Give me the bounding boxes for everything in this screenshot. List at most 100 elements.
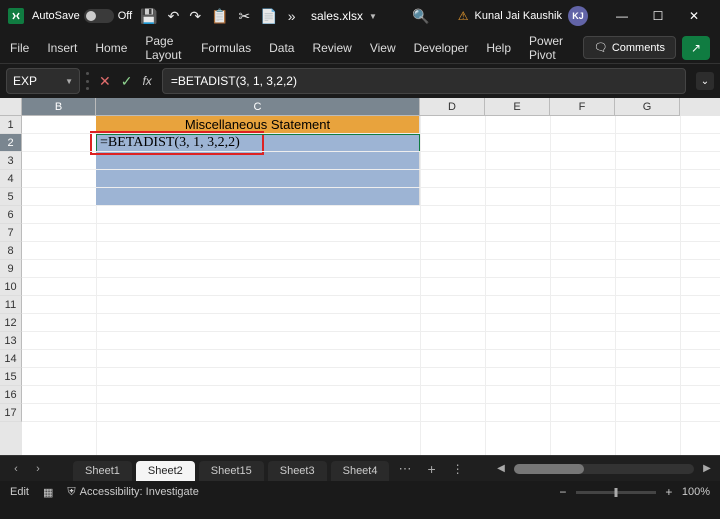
maximize-button[interactable]: ☐ <box>640 2 676 30</box>
avatar[interactable]: KJ <box>568 6 588 26</box>
zoom-out-button[interactable]: − <box>556 485 570 499</box>
formula-input[interactable]: =BETADIST(3, 1, 3,2,2) <box>162 68 686 94</box>
row-header-14[interactable]: 14 <box>0 350 22 368</box>
share-button[interactable]: ↗ <box>682 36 710 60</box>
row-header-6[interactable]: 6 <box>0 206 22 224</box>
clipboard-icon[interactable]: 📋 <box>211 8 228 25</box>
close-button[interactable]: ✕ <box>676 2 712 30</box>
accessibility-button[interactable]: ⛨ Accessibility: Investigate <box>67 486 198 499</box>
sheet-add-button[interactable]: + <box>419 461 443 477</box>
hscroll-track[interactable] <box>514 464 694 474</box>
row-header-15[interactable]: 15 <box>0 368 22 386</box>
sheet-tab-2[interactable]: Sheet15 <box>199 461 264 481</box>
filename: sales.xlsx <box>311 9 363 23</box>
row-header-12[interactable]: 12 <box>0 314 22 332</box>
toggle-switch[interactable] <box>84 9 114 23</box>
zoom-in-button[interactable]: + <box>662 485 676 499</box>
ribbon-right: 🗨 Comments ↗ <box>583 36 710 60</box>
search-icon[interactable]: 🔍 <box>412 8 429 25</box>
sheet-more-button[interactable]: ⋯ <box>392 461 417 477</box>
user-area[interactable]: ⚠ Kunal Jai Kaushik KJ <box>458 6 588 26</box>
cell-c1[interactable]: Miscellaneous Statement <box>96 116 420 134</box>
ribbon: File Insert Home Page Layout Formulas Da… <box>0 32 720 64</box>
cancel-entry-button[interactable]: ✕ <box>99 73 111 90</box>
zoom-value[interactable]: 100% <box>682 486 710 498</box>
name-box[interactable]: EXP ▼ <box>6 68 80 94</box>
row-header-2[interactable]: 2 <box>0 134 22 152</box>
row-header-5[interactable]: 5 <box>0 188 22 206</box>
quick-access-toolbar: 💾 ↶ ↷ 📋 ✂ 📄 » <box>140 8 295 25</box>
cut-icon[interactable]: ✂ <box>239 8 251 25</box>
spreadsheet-grid[interactable]: B C D E F G 1234567891011121314151617 Mi… <box>0 98 720 455</box>
status-bar: Edit ▦ ⛨ Accessibility: Investigate − + … <box>0 481 720 503</box>
col-header-b[interactable]: B <box>22 98 96 116</box>
row-header-10[interactable]: 10 <box>0 278 22 296</box>
scroll-right-button[interactable]: ▶ <box>700 462 714 476</box>
row-header-8[interactable]: 8 <box>0 242 22 260</box>
row-header-13[interactable]: 13 <box>0 332 22 350</box>
sheet-tab-0[interactable]: Sheet1 <box>73 461 132 481</box>
zoom-controls: − + 100% <box>556 485 710 499</box>
sheet-tab-3[interactable]: Sheet3 <box>268 461 327 481</box>
person-icon: ⛨ <box>67 486 75 499</box>
tab-insert[interactable]: Insert <box>47 37 77 59</box>
column-headers: B C D E F G <box>0 98 720 116</box>
tab-view[interactable]: View <box>370 37 396 59</box>
row-header-16[interactable]: 16 <box>0 386 22 404</box>
select-all-corner[interactable] <box>0 98 22 116</box>
comments-button[interactable]: 🗨 Comments <box>583 36 676 59</box>
col-header-d[interactable]: D <box>420 98 485 116</box>
tab-page-layout[interactable]: Page Layout <box>145 30 183 66</box>
cell-b5-c5[interactable] <box>96 188 420 206</box>
sheet-menu-button[interactable]: ⋮ <box>446 462 470 476</box>
insert-function-button[interactable]: fx <box>142 74 151 88</box>
row-header-11[interactable]: 11 <box>0 296 22 314</box>
row-header-9[interactable]: 9 <box>0 260 22 278</box>
sheet-nav-next[interactable]: › <box>28 459 48 479</box>
chevron-down-icon: ▼ <box>65 77 73 86</box>
row-header-4[interactable]: 4 <box>0 170 22 188</box>
expand-formula-bar-button[interactable]: ⌄ <box>696 72 714 90</box>
scroll-left-button[interactable]: ◀ <box>494 462 508 476</box>
hscroll-thumb[interactable] <box>514 464 584 474</box>
sheet-nav-prev[interactable]: ‹ <box>6 459 26 479</box>
col-header-e[interactable]: E <box>485 98 550 116</box>
row-header-17[interactable]: 17 <box>0 404 22 422</box>
minimize-button[interactable]: — <box>604 2 640 30</box>
redo-icon[interactable]: ↷ <box>189 8 201 25</box>
tab-file[interactable]: File <box>10 37 29 59</box>
comment-icon: 🗨 <box>594 41 608 54</box>
paste-icon[interactable]: 📄 <box>260 8 277 25</box>
undo-icon[interactable]: ↶ <box>168 8 180 25</box>
row-header-7[interactable]: 7 <box>0 224 22 242</box>
cell-b3-c3[interactable] <box>96 152 420 170</box>
tab-developer[interactable]: Developer <box>414 37 469 59</box>
cell-b2[interactable]: =BETADIST(3, 1, 3,2,2) <box>96 134 420 152</box>
tab-power-pivot[interactable]: Power Pivot <box>529 30 565 66</box>
cell-b4-c4[interactable] <box>96 170 420 188</box>
filename-area[interactable]: sales.xlsx ▼ <box>304 9 385 23</box>
col-header-c[interactable]: C <box>96 98 420 116</box>
title-bar: AutoSave Off 💾 ↶ ↷ 📋 ✂ 📄 » sales.xlsx ▼ … <box>0 0 720 32</box>
tab-home[interactable]: Home <box>95 37 127 59</box>
accessibility-label: Accessibility: Investigate <box>80 486 199 498</box>
cells-area[interactable]: Miscellaneous Statement =BETADIST(3, 1, … <box>22 116 720 455</box>
enter-button[interactable]: ✓ <box>121 73 133 90</box>
zoom-slider-thumb[interactable] <box>614 488 617 497</box>
tab-formulas[interactable]: Formulas <box>201 37 251 59</box>
row-header-3[interactable]: 3 <box>0 152 22 170</box>
autosave-toggle[interactable]: AutoSave Off <box>32 9 132 23</box>
tab-help[interactable]: Help <box>486 37 511 59</box>
col-header-f[interactable]: F <box>550 98 615 116</box>
col-header-g[interactable]: G <box>615 98 680 116</box>
tab-data[interactable]: Data <box>269 37 294 59</box>
display-settings-icon[interactable]: ▦ <box>43 486 53 499</box>
save-icon[interactable]: 💾 <box>140 8 157 25</box>
row-header-1[interactable]: 1 <box>0 116 22 134</box>
tab-review[interactable]: Review <box>312 37 351 59</box>
zoom-slider[interactable] <box>576 491 656 494</box>
warning-icon: ⚠ <box>458 9 469 23</box>
sheet-tab-1[interactable]: Sheet2 <box>136 461 195 481</box>
sheet-tab-4[interactable]: Sheet4 <box>331 461 390 481</box>
qat-more-icon[interactable]: » <box>288 8 296 24</box>
